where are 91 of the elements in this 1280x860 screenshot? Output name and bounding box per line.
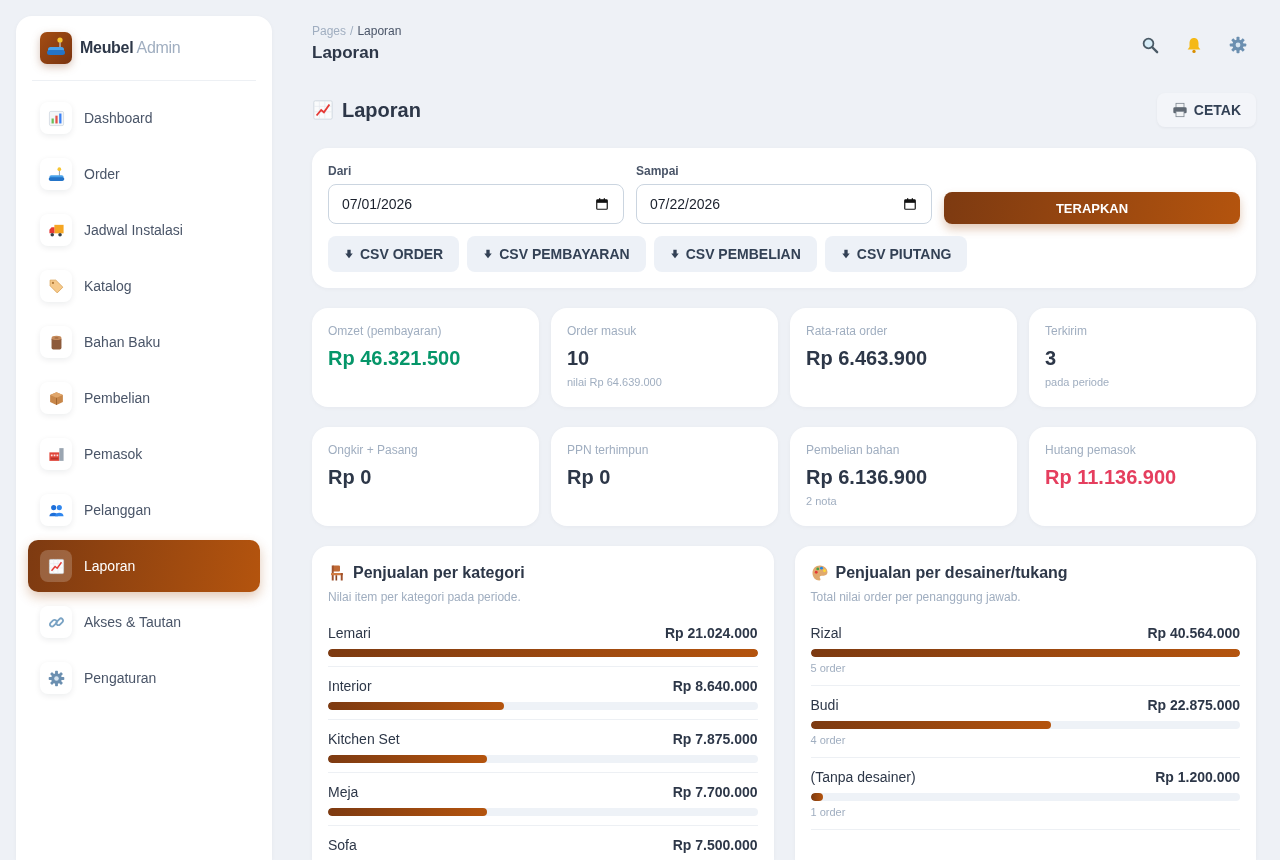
sidebar-item[interactable]: Jadwal Instalasi bbox=[28, 204, 260, 256]
download-icon bbox=[344, 248, 354, 260]
bar-chart-icon bbox=[40, 102, 72, 134]
date-field[interactable]: 07/01/2026 bbox=[328, 184, 624, 224]
stat-value: Rp 0 bbox=[567, 465, 612, 489]
sidebar-item[interactable]: Laporan bbox=[28, 540, 260, 592]
breadcrumb: Pages / Laporan bbox=[312, 23, 402, 39]
line-chart-icon bbox=[312, 99, 334, 121]
stat-label: Terkirim bbox=[1045, 323, 1088, 339]
chair-icon bbox=[328, 564, 346, 582]
package-icon bbox=[40, 382, 72, 414]
factory-icon bbox=[40, 438, 72, 470]
row-amount: Rp 8.640.000 bbox=[672, 678, 758, 694]
row-name: Lemari bbox=[328, 625, 371, 641]
stat-value: Rp 11.136.900 bbox=[1045, 465, 1178, 489]
tag-icon bbox=[40, 270, 72, 302]
row-amount: Rp 1.200.000 bbox=[1155, 769, 1240, 785]
row-name: Rizal bbox=[810, 625, 842, 641]
settings-icon[interactable] bbox=[1229, 36, 1247, 54]
row-name: Sofa bbox=[328, 837, 357, 853]
sidebar-item[interactable]: Akses & Tautan bbox=[28, 596, 260, 648]
stat-value: 3 bbox=[1045, 346, 1058, 370]
download-icon bbox=[483, 248, 494, 260]
stat-value: Rp 6.136.900 bbox=[806, 465, 929, 489]
line-chart-icon bbox=[40, 550, 72, 582]
row-name: Interior bbox=[328, 678, 372, 694]
stat-label: Pembelian bahan bbox=[806, 442, 901, 458]
stat-label: PPN terhimpun bbox=[567, 442, 650, 458]
panel-title: Penjualan per kategori bbox=[353, 564, 525, 582]
stat-label: Rata-rata order bbox=[806, 323, 889, 339]
order-count: 4 order bbox=[810, 733, 847, 747]
row-name: (Tanpa desainer) bbox=[810, 769, 916, 785]
stat-label: Order masuk bbox=[567, 323, 638, 339]
calendar-icon[interactable] bbox=[903, 197, 917, 211]
csv-export-button[interactable]: CSV PEMBELIAN bbox=[653, 236, 817, 272]
csv-export-button[interactable]: CSV ORDER bbox=[328, 236, 460, 272]
stat-value: Rp 6.463.900 bbox=[806, 346, 929, 370]
sidebar-item[interactable]: Order bbox=[28, 148, 260, 200]
row-amount: Rp 7.700.000 bbox=[672, 784, 758, 800]
order-count: 1 order bbox=[810, 805, 847, 819]
download-icon bbox=[840, 248, 851, 260]
row-name: Meja bbox=[328, 784, 359, 800]
people-icon bbox=[40, 494, 72, 526]
panel-title: Penjualan per desainer/tukang bbox=[835, 564, 1068, 582]
stat-value: Rp 46.321.500 bbox=[328, 346, 462, 370]
stat-label: Omzet (pembayaran) bbox=[328, 323, 443, 339]
row-amount: Rp 7.875.000 bbox=[672, 731, 758, 747]
row-amount: Rp 7.500.000 bbox=[672, 837, 758, 853]
page-title: Laporan bbox=[342, 98, 421, 122]
truck-icon bbox=[40, 214, 72, 246]
print-button[interactable]: CETAK bbox=[1156, 93, 1256, 127]
calendar-icon[interactable] bbox=[595, 197, 609, 211]
page-header-title: Laporan bbox=[312, 42, 381, 64]
printer-icon bbox=[1171, 102, 1188, 118]
row-amount: Rp 40.564.000 bbox=[1147, 625, 1240, 641]
field-label: Dari bbox=[328, 163, 353, 179]
row-amount: Rp 21.024.000 bbox=[664, 625, 758, 641]
panel-subtitle: Nilai item per kategori pada periode. bbox=[328, 589, 522, 605]
search-icon[interactable] bbox=[1141, 36, 1159, 54]
sidebar-item[interactable]: Bahan Baku bbox=[28, 316, 260, 368]
date-field[interactable]: 07/22/2026 bbox=[636, 184, 932, 224]
stat-value: Rp 0 bbox=[328, 465, 373, 489]
sofa-icon bbox=[40, 158, 72, 190]
wood-log-icon bbox=[40, 326, 72, 358]
sofa-logo-icon bbox=[40, 32, 72, 64]
row-name: Kitchen Set bbox=[328, 731, 400, 747]
row-name: Budi bbox=[810, 697, 839, 713]
gear-icon bbox=[40, 662, 72, 694]
row-amount: Rp 22.875.000 bbox=[1147, 697, 1240, 713]
sidebar-item[interactable]: Pembelian bbox=[28, 372, 260, 424]
sidebar-item[interactable]: Pengaturan bbox=[28, 652, 260, 704]
stat-value: 10 bbox=[567, 346, 591, 370]
link-icon bbox=[40, 606, 72, 638]
stat-note: 2 nota bbox=[806, 494, 838, 508]
download-icon bbox=[669, 248, 680, 260]
sidebar-item[interactable]: Pelanggan bbox=[28, 484, 260, 536]
palette-icon bbox=[810, 564, 829, 582]
sidebar-item[interactable]: Pemasok bbox=[28, 428, 260, 480]
stat-note: pada periode bbox=[1045, 375, 1111, 389]
field-label: Sampai bbox=[636, 163, 680, 179]
csv-export-button[interactable]: CSV PIUTANG bbox=[824, 236, 968, 272]
sidebar-item[interactable]: Katalog bbox=[28, 260, 260, 312]
panel-subtitle: Total nilai order per penanggung jawab. bbox=[810, 589, 1022, 605]
stat-label: Hutang pemasok bbox=[1045, 442, 1137, 458]
stat-note: nilai Rp 64.639.000 bbox=[567, 375, 663, 389]
order-count: 5 order bbox=[810, 661, 847, 675]
stat-label: Ongkir + Pasang bbox=[328, 442, 419, 458]
csv-export-button[interactable]: CSV PEMBAYARAN bbox=[467, 236, 646, 272]
sidebar-item[interactable]: Dashboard bbox=[28, 92, 260, 144]
apply-button[interactable]: TERAPKAN bbox=[944, 192, 1240, 224]
brand-name: Meubel Admin bbox=[80, 39, 181, 57]
